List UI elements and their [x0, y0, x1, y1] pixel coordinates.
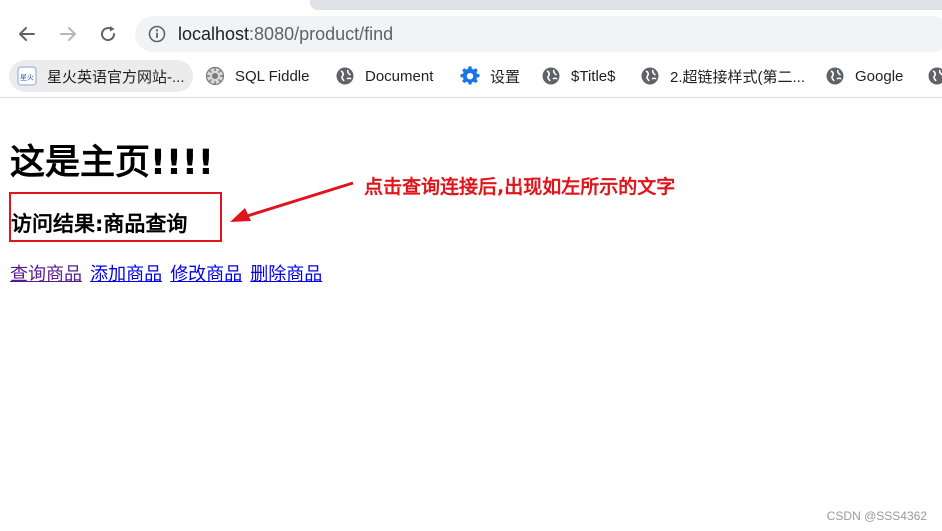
globe-icon [336, 67, 354, 85]
add-product-link[interactable]: 添加商品 [90, 264, 162, 285]
product-links: 查询商品 添加商品 修改商品 删除商品 [10, 260, 325, 286]
bookmark-label: 2.超链接样式(第二... [670, 68, 806, 86]
bookmark-title[interactable]: $Title$ [541, 60, 615, 92]
bookmarks-bar: 星火 星火英语官方网站-... SQL Fiddle Document 设置 $… [0, 58, 942, 94]
site-info-icon[interactable] [147, 24, 167, 44]
bookmark-hyperlink-style[interactable]: 2.超链接样式(第二... [640, 60, 805, 92]
globe-icon [826, 67, 844, 85]
result-heading: 访问结果:商品查询 [11, 212, 188, 236]
bookmark-document[interactable]: Document [335, 60, 433, 92]
forward-arrow-icon [60, 27, 76, 41]
update-product-link[interactable]: 修改商品 [170, 264, 242, 285]
address-bar[interactable]: localhost:8080/product/find [135, 16, 942, 52]
forward-button[interactable] [56, 22, 80, 46]
browser-chrome: localhost:8080/product/find 星火 星火英语官方网站-… [0, 0, 942, 98]
bookmark-settings[interactable]: 设置 [460, 60, 520, 92]
browser-toolbar: localhost:8080/product/find [0, 12, 942, 56]
annotation-arrow [230, 181, 354, 222]
bookmark-google[interactable]: Google [825, 60, 903, 92]
back-arrow-icon [19, 27, 35, 41]
bookmark-label: Google [855, 67, 904, 85]
bookmark-label: 星火英语官方网站-... [47, 68, 185, 86]
csdn-watermark: CSDN @SSS4362 [826, 509, 927, 523]
tab-strip [310, 0, 942, 10]
find-product-link[interactable]: 查询商品 [10, 264, 82, 285]
globe-icon [542, 67, 560, 85]
bookmark-label: Document [365, 67, 434, 85]
xinghuo-favicon: 星火 [17, 66, 37, 86]
annotation-text: 点击查询连接后,出现如左所示的文字 [364, 176, 676, 198]
svg-text:星火: 星火 [20, 74, 34, 82]
bookmark-overflow[interactable] [927, 60, 942, 92]
reload-icon [101, 26, 116, 42]
globe-icon [928, 67, 942, 85]
url-path: :8080/product/find [249, 24, 394, 44]
gear-icon [460, 66, 480, 85]
url-host: localhost [178, 24, 250, 44]
bookmark-label: 设置 [490, 68, 521, 86]
bookmark-xinghuo[interactable]: 星火 星火英语官方网站-... [9, 60, 193, 92]
page-content: 这是主页!!!! 访问结果:商品查询 点击查询连接后,出现如左所示的文字 查询商… [0, 98, 942, 531]
bookmark-label: SQL Fiddle [235, 67, 310, 85]
delete-product-link[interactable]: 删除商品 [250, 264, 322, 285]
sql-fiddle-favicon [205, 66, 225, 86]
url-text[interactable]: localhost:8080/product/find [178, 16, 393, 52]
page-title: 这是主页!!!! [10, 143, 214, 183]
bookmark-sql-fiddle[interactable]: SQL Fiddle [205, 60, 309, 92]
globe-icon [641, 67, 659, 85]
reload-button[interactable] [96, 22, 120, 46]
back-button[interactable] [15, 22, 39, 46]
bookmark-label: $Title$ [571, 67, 616, 85]
